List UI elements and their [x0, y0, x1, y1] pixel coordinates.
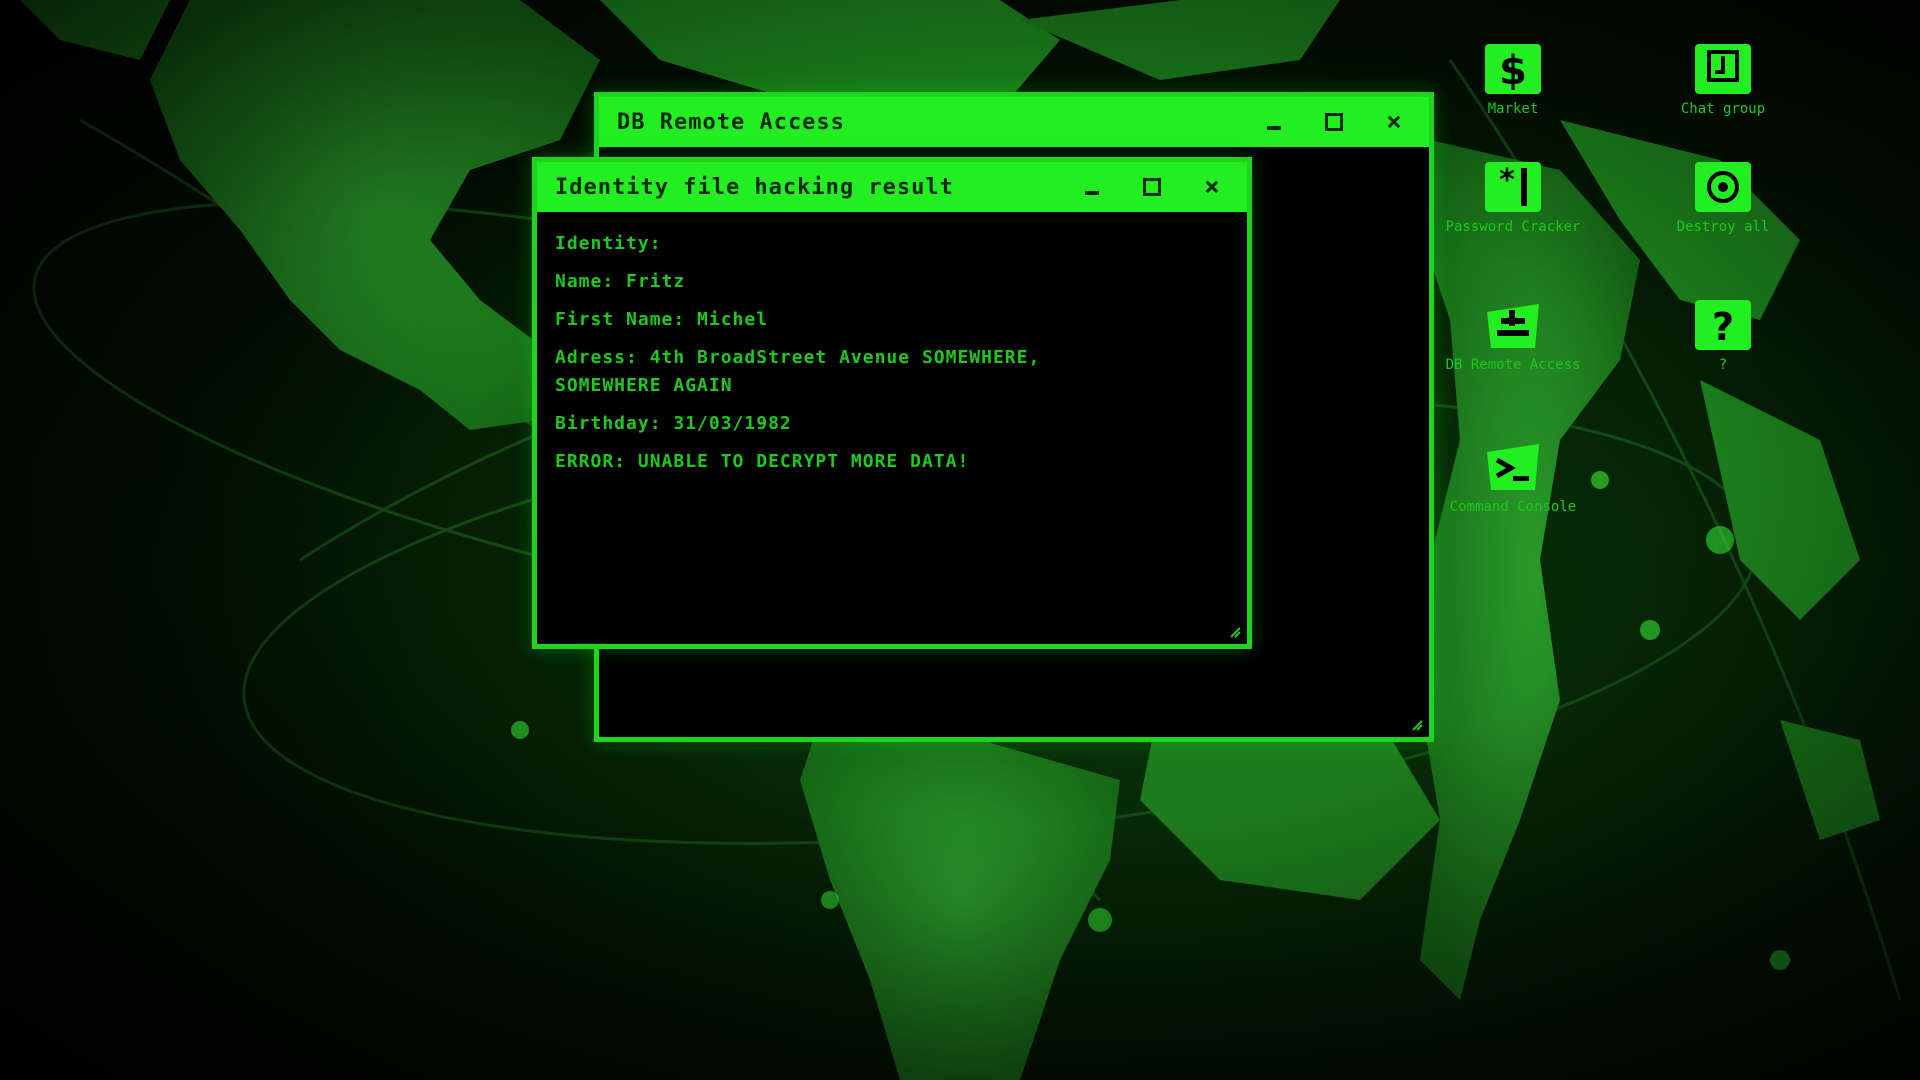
close-icon: × — [1386, 107, 1402, 137]
database-icon — [1481, 298, 1545, 352]
desktop-icon-chat-group[interactable]: Chat group — [1648, 42, 1798, 118]
maximize-button[interactable] — [1127, 162, 1177, 212]
output-line-address: Adress: 4th BroadStreet Avenue SOMEWHERE… — [555, 347, 1041, 368]
desktop-icon-label: Destroy all — [1676, 219, 1770, 235]
identity-result-window: Identity file hacking result × Identity:… — [532, 157, 1252, 649]
close-button[interactable]: × — [1187, 162, 1237, 212]
output-line-birthday: Birthday: 31/03/1982 — [555, 413, 792, 434]
output-line-name: Name: Fritz — [555, 271, 686, 292]
svg-text:$: $ — [1499, 48, 1527, 94]
resize-grip-icon[interactable] — [1411, 719, 1423, 731]
desktop-icon-label: ? — [1718, 357, 1728, 373]
output-line-address-cont: SOMEWHERE AGAIN — [555, 375, 733, 396]
console-icon — [1481, 440, 1545, 494]
maximize-icon — [1325, 113, 1343, 131]
desktop-icon-password-cracker[interactable]: * Password Cracker — [1438, 160, 1588, 236]
desktop-icon-destroy-all[interactable]: Destroy all — [1648, 160, 1798, 236]
desktop-icon-label: Password Cracker — [1445, 219, 1581, 235]
close-icon: × — [1204, 172, 1220, 202]
resize-grip-icon[interactable] — [1229, 626, 1241, 638]
svg-text:*: * — [1498, 163, 1516, 198]
question-icon: ? — [1691, 298, 1755, 352]
desktop-icon-label: Chat group — [1680, 101, 1766, 117]
desktop-icon-db-remote-access[interactable]: DB Remote Access — [1438, 298, 1588, 374]
identity-result-body: Identity: Name: Fritz First Name: Michel… — [537, 212, 1247, 644]
password-icon: * — [1481, 160, 1545, 214]
close-button[interactable]: × — [1369, 97, 1419, 147]
minimize-icon — [1085, 191, 1099, 195]
output-line-first-name: First Name: Michel — [555, 309, 769, 330]
desktop-icon-label: Command Console — [1449, 499, 1577, 515]
dollar-icon: $ — [1481, 42, 1545, 96]
minimize-button[interactable] — [1249, 97, 1299, 147]
output-line-identity: Identity: — [555, 233, 662, 254]
destroy-icon — [1691, 160, 1755, 214]
minimize-icon — [1267, 126, 1281, 130]
desktop-icon-label: DB Remote Access — [1445, 357, 1581, 373]
desktop-icon-label: Market — [1487, 101, 1539, 117]
desktop-icon-command-console[interactable]: Command Console — [1438, 440, 1588, 516]
maximize-button[interactable] — [1309, 97, 1359, 147]
output-line-error: ERROR: UNABLE TO DECRYPT MORE DATA! — [555, 451, 970, 472]
maximize-icon — [1143, 178, 1161, 196]
minimize-button[interactable] — [1067, 162, 1117, 212]
desktop: DB Remote Access × Identity file hacking… — [0, 0, 1920, 1080]
chat-icon — [1691, 42, 1755, 96]
desktop-icon-help[interactable]: ? ? — [1648, 298, 1798, 374]
window-title: Identity file hacking result — [555, 174, 954, 200]
svg-text:?: ? — [1712, 305, 1734, 349]
window-title: DB Remote Access — [617, 109, 845, 135]
desktop-icon-market[interactable]: $ Market — [1438, 42, 1588, 118]
db-remote-access-titlebar[interactable]: DB Remote Access × — [599, 97, 1429, 147]
identity-result-titlebar[interactable]: Identity file hacking result × — [537, 162, 1247, 212]
